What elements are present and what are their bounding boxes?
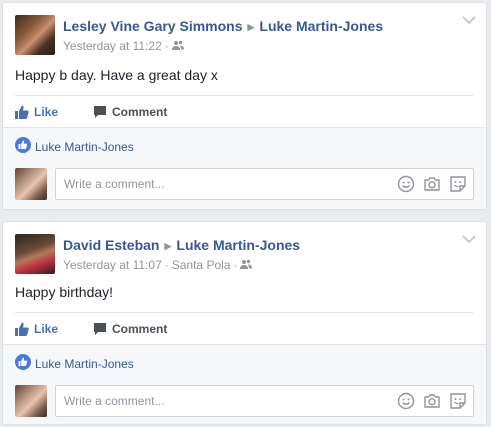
likes-summary[interactable]: Luke Martin-Jones bbox=[15, 137, 134, 157]
likes-summary[interactable]: Luke Martin-Jones bbox=[15, 354, 134, 374]
comment-tools bbox=[389, 175, 467, 193]
sticker-icon[interactable] bbox=[449, 175, 467, 193]
author-avatar[interactable] bbox=[15, 234, 55, 274]
arrow-right-icon: ▶ bbox=[247, 22, 255, 32]
post-footer: Luke Martin-Jones Write a comment... bbox=[3, 127, 486, 209]
post-footer: Luke Martin-Jones Write a comment... bbox=[3, 344, 486, 424]
friends-icon[interactable] bbox=[240, 258, 253, 272]
like-button[interactable]: Like bbox=[15, 102, 58, 122]
meta-separator: · bbox=[164, 39, 169, 53]
like-label: Like bbox=[34, 105, 59, 119]
comment-tools bbox=[389, 392, 467, 410]
liked-by-name: Luke Martin-Jones bbox=[35, 357, 134, 372]
thumbs-up-icon bbox=[15, 322, 29, 336]
post-location-link[interactable]: Santa Pola bbox=[172, 258, 231, 272]
like-badge-icon bbox=[15, 137, 31, 157]
comment-input[interactable]: Write a comment... bbox=[55, 168, 474, 200]
like-badge-icon bbox=[15, 354, 31, 374]
post-text: Happy b day. Have a great day x bbox=[15, 67, 218, 83]
news-feed: Lesley Vine Gary Simmons ▶ Luke Martin-Jon… bbox=[0, 0, 491, 427]
meta-separator: · bbox=[164, 258, 169, 272]
friends-icon[interactable] bbox=[171, 39, 184, 53]
post-names: Lesley Vine Gary Simmons ▶ Luke Martin-Jon… bbox=[63, 18, 383, 34]
chevron-down-icon[interactable] bbox=[462, 15, 476, 25]
post-meta: Yesterday at 11:07 · Santa Pola · bbox=[63, 258, 253, 273]
speech-bubble-icon bbox=[94, 322, 106, 335]
comment-placeholder: Write a comment... bbox=[64, 177, 165, 191]
comment-label: Comment bbox=[112, 322, 168, 336]
thumbs-up-icon bbox=[15, 105, 29, 119]
like-button[interactable]: Like bbox=[15, 319, 58, 339]
chevron-down-icon[interactable] bbox=[462, 234, 476, 244]
post-actions: Like Comment bbox=[15, 95, 474, 128]
speech-bubble-icon bbox=[94, 105, 106, 118]
emoji-icon[interactable] bbox=[397, 175, 415, 193]
comment-label: Comment bbox=[112, 105, 168, 119]
post-header: Lesley Vine Gary Simmons ▶ Luke Martin-Jon… bbox=[3, 3, 486, 63]
post-card: Lesley Vine Gary Simmons ▶ Luke Martin-Jon… bbox=[2, 2, 487, 210]
arrow-right-icon: ▶ bbox=[164, 241, 172, 251]
sticker-icon[interactable] bbox=[449, 392, 467, 410]
post-timestamp-link[interactable]: Yesterday at 11:07 bbox=[63, 258, 162, 272]
current-user-avatar[interactable] bbox=[15, 385, 47, 417]
post-names: David Esteban ▶ Luke Martin-Jones bbox=[63, 237, 300, 253]
post-card: David Esteban ▶ Luke Martin-Jones Yesterda… bbox=[2, 221, 487, 425]
post-header: David Esteban ▶ Luke Martin-Jones Yesterda… bbox=[3, 222, 486, 282]
author-name-link[interactable]: David Esteban bbox=[63, 237, 159, 253]
camera-icon[interactable] bbox=[423, 392, 441, 410]
liked-by-name: Luke Martin-Jones bbox=[35, 140, 134, 155]
post-actions: Like Comment bbox=[15, 312, 474, 345]
author-avatar[interactable] bbox=[15, 15, 55, 55]
post-timestamp-link[interactable]: Yesterday at 11:22 bbox=[63, 39, 162, 53]
comment-button[interactable]: Comment bbox=[93, 102, 167, 122]
recipient-name-link[interactable]: Luke Martin-Jones bbox=[176, 237, 300, 253]
camera-icon[interactable] bbox=[423, 175, 441, 193]
like-label: Like bbox=[34, 322, 59, 336]
comment-button[interactable]: Comment bbox=[93, 319, 167, 339]
comment-placeholder: Write a comment... bbox=[64, 394, 165, 408]
author-name-link[interactable]: Lesley Vine Gary Simmons bbox=[63, 18, 243, 34]
meta-separator: · bbox=[233, 258, 238, 272]
comment-input[interactable]: Write a comment... bbox=[55, 385, 474, 417]
recipient-name-link[interactable]: Luke Martin-Jones bbox=[259, 18, 383, 34]
post-meta: Yesterday at 11:22 · bbox=[63, 39, 184, 54]
emoji-icon[interactable] bbox=[397, 392, 415, 410]
current-user-avatar[interactable] bbox=[15, 168, 47, 200]
post-text: Happy birthday! bbox=[15, 284, 114, 300]
